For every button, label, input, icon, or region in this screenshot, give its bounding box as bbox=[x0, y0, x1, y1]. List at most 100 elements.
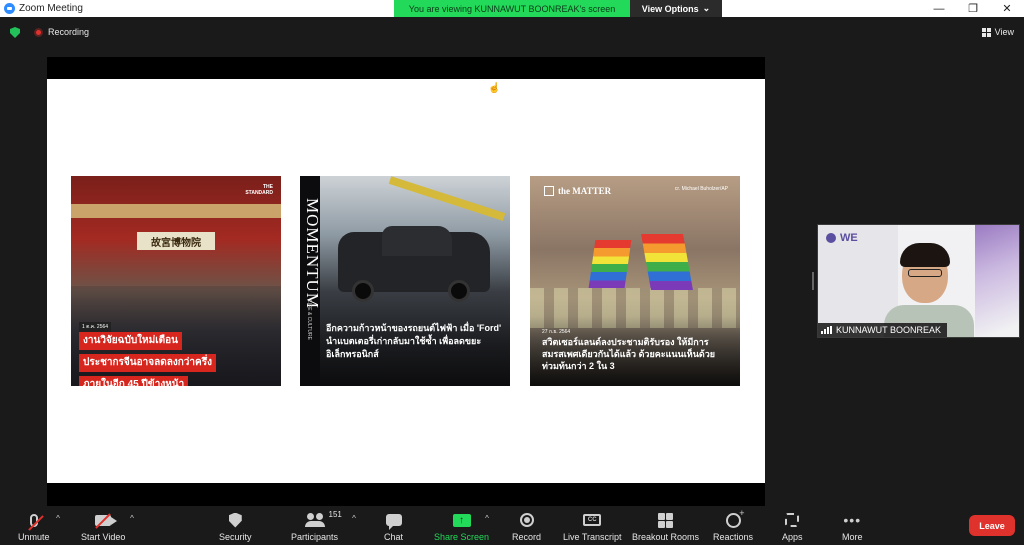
apps-label: Apps bbox=[782, 532, 803, 542]
breakout-rooms-label: Breakout Rooms bbox=[632, 532, 700, 542]
news-card-the-matter: the MATTER cr. Michael Buholzer/AP 27 ก.… bbox=[530, 176, 740, 386]
minimize-button[interactable]: — bbox=[922, 0, 956, 17]
security-button[interactable]: Security bbox=[219, 510, 252, 542]
chat-label: Chat bbox=[384, 532, 404, 542]
participant-name: KUNNAWUT BOONREAK bbox=[836, 325, 942, 335]
viewing-notice: You are viewing KUNNAWUT BOONREAK's scre… bbox=[394, 0, 630, 17]
live-transcript-button[interactable]: CC Live Transcript bbox=[563, 510, 622, 542]
window-controls: — ❐ ✕ bbox=[922, 0, 1024, 17]
recording-dot-icon bbox=[34, 28, 43, 37]
magazine-logo: MOMENTUM bbox=[303, 198, 322, 309]
video-off-icon bbox=[95, 512, 118, 529]
factory-beam bbox=[388, 176, 506, 221]
record-label: Record bbox=[512, 532, 542, 542]
participants-options-caret-icon[interactable]: ^ bbox=[349, 515, 359, 523]
share-options-caret-icon[interactable]: ^ bbox=[482, 515, 492, 523]
participants-label: Participants bbox=[291, 532, 339, 542]
live-transcript-label: Live Transcript bbox=[563, 532, 622, 542]
brand-circle-icon bbox=[826, 233, 836, 243]
participants-icon bbox=[304, 513, 325, 527]
participant-video-tile[interactable]: WE KUNNAWUT BOONREAK bbox=[817, 224, 1020, 338]
screen-share-banner: You are viewing KUNNAWUT BOONREAK's scre… bbox=[394, 0, 722, 17]
photo-credit: cr. Michael Buholzer/AP bbox=[674, 186, 728, 192]
participant-hair bbox=[900, 243, 950, 267]
participant-name-tag: KUNNAWUT BOONREAK bbox=[818, 323, 948, 337]
start-video-button[interactable]: Start Video bbox=[81, 510, 125, 542]
share-screen-arrow-icon: ↑ bbox=[452, 513, 471, 527]
more-dots-icon: ••• bbox=[843, 512, 862, 528]
card-brand-logo: THE STANDARD bbox=[245, 184, 273, 196]
palace-sign: 故宮博物院 bbox=[137, 232, 215, 250]
closed-caption-icon: CC bbox=[583, 514, 602, 526]
more-button[interactable]: ••• More bbox=[842, 510, 863, 542]
share-screen-label: Share Screen bbox=[434, 532, 490, 542]
reactions-smiley-icon bbox=[725, 508, 745, 528]
participants-count: 151 bbox=[328, 510, 342, 519]
unmute-button[interactable]: Unmute bbox=[18, 510, 50, 542]
participants-button[interactable]: 151 Participants bbox=[291, 510, 342, 542]
signal-bars-icon bbox=[821, 326, 832, 334]
security-shield-icon bbox=[228, 512, 242, 528]
logo-text: WE bbox=[840, 232, 858, 244]
apps-icon bbox=[785, 513, 800, 527]
card-brand-logo: the MATTER bbox=[544, 186, 611, 196]
security-label: Security bbox=[219, 532, 252, 542]
participant-glasses bbox=[908, 269, 942, 277]
truck-wheel bbox=[448, 280, 470, 302]
magazine-section: LIFE & CULTURE bbox=[306, 300, 312, 340]
chevron-down-icon: ⌄ bbox=[702, 3, 711, 13]
card-headline: งานวิจัยฉบับใหม่เตือน ประชากรจีนอาจลดลงก… bbox=[79, 330, 229, 386]
start-video-label: Start Video bbox=[81, 532, 126, 542]
view-options-label: View Options bbox=[641, 3, 699, 14]
maximize-button[interactable]: ❐ bbox=[956, 0, 990, 17]
chat-button[interactable]: Chat bbox=[384, 510, 403, 542]
recording-indicator[interactable]: Recording bbox=[48, 27, 89, 37]
close-button[interactable]: ✕ bbox=[990, 0, 1024, 17]
video-background-accent bbox=[975, 225, 1019, 337]
card-headline: สวิตเซอร์แลนด์ลงประชามติรับรอง ให้มีการส… bbox=[542, 337, 716, 371]
news-card-the-standard: 故宮博物院 THE STANDARD 1 ต.ค. 2564 งานวิจัยฉ… bbox=[71, 176, 281, 386]
view-button[interactable]: View bbox=[981, 27, 1014, 37]
gallery-grid-icon bbox=[981, 27, 991, 37]
leave-button[interactable]: Leave bbox=[969, 515, 1015, 536]
card-date: 27 ก.ย. 2564 bbox=[542, 329, 571, 335]
panel-resize-handle[interactable] bbox=[812, 272, 814, 290]
rainbow-flag bbox=[588, 240, 632, 288]
truck-cab bbox=[382, 226, 452, 256]
meeting-toolbar: Unmute ^ Start Video ^ Security 151 Part… bbox=[0, 506, 1024, 545]
unmute-label: Unmute bbox=[18, 532, 50, 542]
record-button[interactable]: Record bbox=[512, 510, 541, 542]
card-brand-name: the MATTER bbox=[558, 186, 612, 196]
reactions-label: Reactions bbox=[713, 532, 754, 542]
virtual-background-logo: WE bbox=[826, 232, 858, 244]
audio-options-caret-icon[interactable]: ^ bbox=[53, 515, 63, 523]
breakout-rooms-button[interactable]: Breakout Rooms bbox=[632, 510, 699, 542]
record-icon bbox=[519, 513, 534, 527]
share-screen-button[interactable]: ↑ Share Screen bbox=[434, 510, 489, 542]
rainbow-flag bbox=[641, 234, 693, 290]
headline-line: ภายในอีก 45 ปีข้างหน้า bbox=[79, 376, 189, 386]
shared-screen[interactable]: ☝ 故宮博物院 THE STANDARD 1 ต.ค. 2564 งานวิจั… bbox=[47, 57, 765, 506]
truck-wheel bbox=[352, 280, 374, 302]
view-label: View bbox=[994, 27, 1014, 37]
chat-bubble-icon bbox=[385, 514, 402, 530]
palace-roof bbox=[71, 204, 281, 218]
window-title: Zoom Meeting bbox=[19, 3, 83, 14]
breakout-rooms-icon bbox=[658, 512, 674, 528]
view-options-button[interactable]: View Options ⌄ bbox=[630, 0, 722, 17]
apps-button[interactable]: Apps bbox=[782, 510, 803, 542]
the-matter-logo-icon bbox=[544, 186, 554, 196]
video-options-caret-icon[interactable]: ^ bbox=[127, 515, 137, 523]
hand-cursor-icon: ☝ bbox=[488, 83, 501, 94]
headline-line: ประชากรจีนอาจลดลงกว่าครึ่ง bbox=[79, 354, 216, 372]
meeting-status-row: Recording View bbox=[0, 22, 1024, 42]
reactions-button[interactable]: Reactions bbox=[713, 508, 754, 543]
more-label: More bbox=[842, 532, 863, 542]
microphone-muted-icon bbox=[27, 513, 44, 531]
card-headline: อีกความก้าวหน้าของรถยนต์ไฟฟ้า เมื่อ 'For… bbox=[326, 323, 502, 359]
zoom-app-icon bbox=[4, 3, 15, 14]
encryption-shield-icon[interactable] bbox=[10, 27, 20, 38]
headline-line: งานวิจัยฉบับใหม่เตือน bbox=[79, 332, 182, 350]
shared-slide: ☝ 故宮博物院 THE STANDARD 1 ต.ค. 2564 งานวิจั… bbox=[47, 79, 765, 483]
news-card-momentum: MOMENTUM LIFE & CULTURE อีกความก้าวหน้าข… bbox=[300, 176, 510, 386]
